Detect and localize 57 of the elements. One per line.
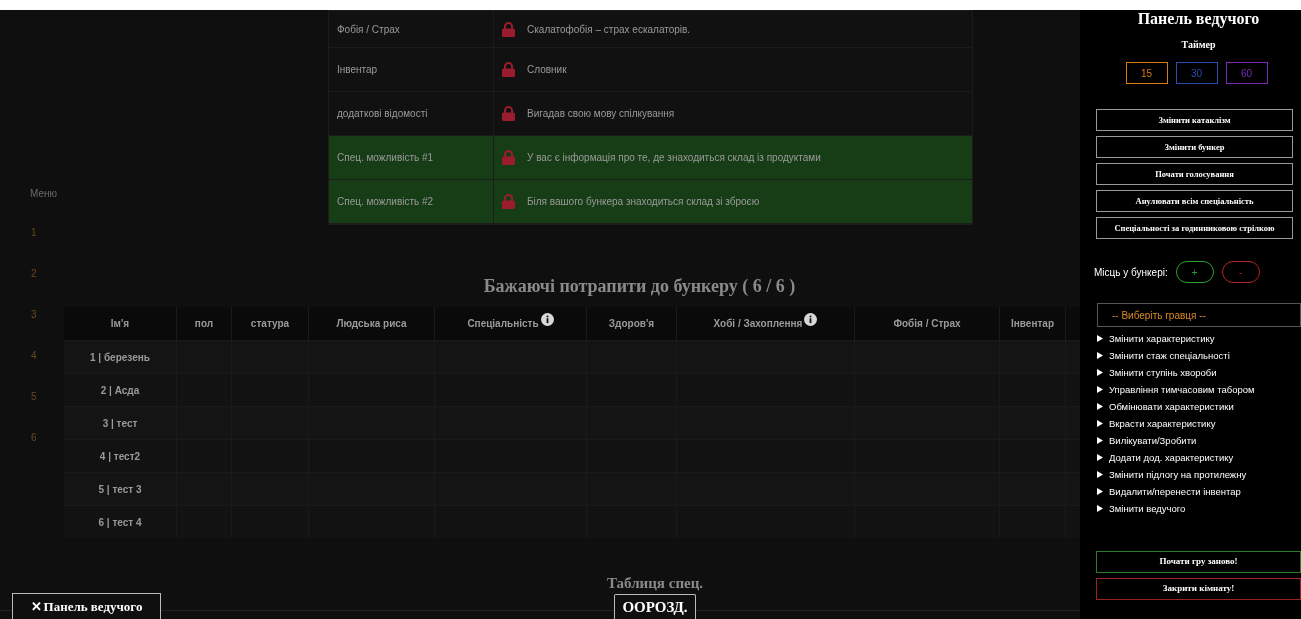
action-button[interactable]: Анулювати всім спеціальність bbox=[1096, 190, 1293, 212]
action-section[interactable]: Змінити стаж спеціальності bbox=[1097, 347, 1255, 364]
triangle-icon bbox=[1097, 352, 1103, 359]
action-section[interactable]: Змінити підлогу на протилежну bbox=[1097, 466, 1255, 483]
action-section[interactable]: Видалити/перенести інвентар bbox=[1097, 483, 1255, 500]
action-section[interactable]: Змінити ступінь хвороби bbox=[1097, 364, 1255, 381]
triangle-icon bbox=[1097, 369, 1103, 376]
detail-label: Спец. можливість #2 bbox=[337, 195, 434, 209]
lock-icon bbox=[502, 106, 515, 121]
detail-label: Спец. можливість #1 bbox=[337, 151, 434, 165]
triangle-icon bbox=[1097, 471, 1103, 478]
action-button[interactable]: Змінити бункер bbox=[1096, 136, 1293, 158]
footer-button[interactable]: Почати гру заново! bbox=[1096, 551, 1301, 573]
action-section[interactable]: Змінити ведучого bbox=[1097, 500, 1255, 517]
footer-button[interactable]: Закрити кімнату! bbox=[1096, 578, 1301, 600]
action-section[interactable]: Додати дод. характеристику bbox=[1097, 449, 1255, 466]
action-section[interactable]: Вилікувати/Зробити bbox=[1097, 432, 1255, 449]
action-section[interactable]: Обмінювати характеристики bbox=[1097, 398, 1255, 415]
lock-icon bbox=[502, 21, 515, 37]
info-icon bbox=[804, 313, 818, 326]
action-button[interactable]: Спеціальності за годинниковою стрілкою bbox=[1096, 217, 1293, 239]
panel-title: Панель ведучого bbox=[1137, 9, 1260, 29]
timer-label: Таймер bbox=[1181, 38, 1216, 52]
detail-value: Вигадав свою мову спілкування bbox=[527, 107, 675, 121]
action-section[interactable]: Управління тимчасовим табором bbox=[1097, 381, 1255, 398]
info-icon bbox=[540, 313, 554, 326]
triangle-icon bbox=[1097, 386, 1103, 393]
detail-value: Словник bbox=[527, 63, 567, 77]
triangle-icon bbox=[1097, 437, 1103, 444]
action-section[interactable]: Змінити характеристику bbox=[1097, 330, 1255, 347]
action-button[interactable]: Змінити катаклізм bbox=[1096, 109, 1293, 131]
spec-table-title: Таблиця спец. bbox=[606, 573, 704, 593]
action-section[interactable]: Вкрасти характеристику bbox=[1097, 415, 1255, 432]
triangle-icon bbox=[1097, 335, 1103, 342]
timer-button[interactable]: 15 bbox=[1125, 62, 1168, 84]
detail-value: У вас є інформація про те, де знаходиться склад із продуктами bbox=[527, 151, 821, 165]
player-select[interactable]: -- Виберіть гравця -- bbox=[1097, 303, 1301, 327]
lock-icon bbox=[502, 62, 515, 77]
seats-label: Місць у бункері: bbox=[1094, 265, 1168, 280]
triangle-icon bbox=[1097, 488, 1103, 495]
triangle-icon bbox=[1097, 454, 1103, 461]
table-cell: 6 | тест 4 bbox=[64, 506, 177, 538]
detail-label: Інвентар bbox=[337, 63, 378, 77]
detail-label: додаткові відомості bbox=[337, 107, 428, 121]
triangle-icon bbox=[1097, 403, 1103, 410]
distribution-button[interactable]: OOРОЗД. bbox=[614, 594, 696, 619]
triangle-icon bbox=[1097, 505, 1103, 512]
menu-label: Меню bbox=[30, 187, 58, 201]
lock-icon bbox=[502, 150, 515, 165]
triangle-icon bbox=[1097, 420, 1103, 427]
lock-icon bbox=[502, 194, 515, 209]
players-title: Бажаючі потрапити до бункеру ( 6 / 6 ) bbox=[483, 275, 796, 298]
action-button[interactable]: Почати голосування bbox=[1096, 163, 1293, 185]
detail-value: Біля вашого бункера знаходиться склад зі зброєю bbox=[527, 195, 760, 209]
detail-value: Скалатофобія – страх ескалаторів. bbox=[527, 22, 691, 37]
detail-label: Фобія / Страх bbox=[337, 22, 400, 37]
host-panel-toggle[interactable]: ✕Панель ведучого bbox=[12, 593, 161, 619]
